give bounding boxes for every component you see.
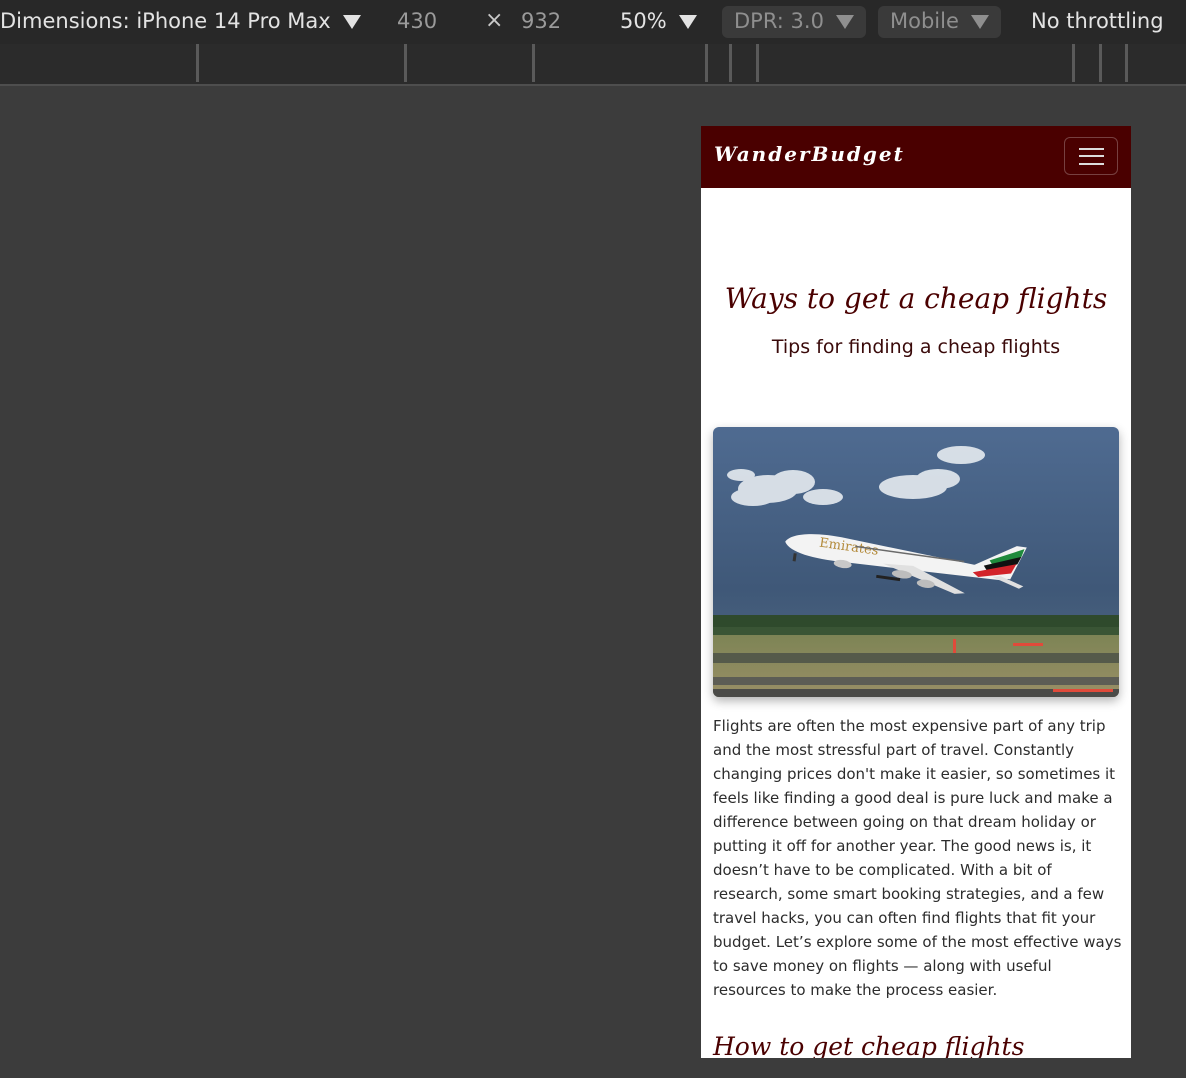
chevron-down-icon <box>835 15 854 29</box>
media-query-marker[interactable] <box>705 44 708 82</box>
media-query-bar[interactable] <box>0 44 1186 86</box>
dpr-label: DPR: 3.0 <box>734 9 824 33</box>
airplane-photo: Emirates <box>713 427 1119 697</box>
hamburger-line <box>1079 155 1104 157</box>
media-query-marker[interactable] <box>1072 44 1075 82</box>
device-mode-dropdown[interactable]: Mobile <box>878 6 1001 38</box>
page-title: Ways to get a cheap flights <box>724 282 1108 315</box>
times-icon: × <box>485 8 504 33</box>
throttling-dropdown[interactable]: No throttling <box>1031 6 1164 38</box>
hamburger-line <box>1079 163 1104 165</box>
device-mode-label: Mobile <box>890 9 959 33</box>
device-toolbar: Dimensions: iPhone 14 Pro Max 430 × 932 … <box>0 0 1186 44</box>
media-query-marker[interactable] <box>1125 44 1128 82</box>
site-navbar: WanderBudget <box>701 126 1131 188</box>
media-query-marker[interactable] <box>729 44 732 82</box>
device-dimensions-dropdown[interactable]: Dimensions: iPhone 14 Pro Max <box>0 6 361 38</box>
dpr-dropdown[interactable]: DPR: 3.0 <box>722 6 866 38</box>
throttling-label: No throttling <box>1031 9 1164 33</box>
device-dimensions-label: Dimensions: iPhone 14 Pro Max <box>0 9 331 33</box>
zoom-label: 50% <box>620 9 667 33</box>
page-subtitle: Tips for finding a cheap flights <box>771 336 1061 358</box>
height-input[interactable]: 932 <box>521 6 561 38</box>
intro-paragraph: Flights are often the most expensive par… <box>713 717 1122 999</box>
chevron-down-icon <box>970 15 989 29</box>
site-brand-link[interactable]: WanderBudget <box>714 142 905 166</box>
media-query-marker[interactable] <box>196 44 199 82</box>
media-query-marker[interactable] <box>756 44 759 82</box>
chevron-down-icon <box>678 15 697 29</box>
airplane-photo-icon: Emirates <box>713 427 1119 697</box>
hamburger-line <box>1079 148 1104 150</box>
media-query-marker[interactable] <box>1099 44 1102 82</box>
chevron-down-icon <box>342 15 361 29</box>
device-viewport[interactable]: WanderBudget Ways to get a cheap flights… <box>701 126 1131 1058</box>
zoom-dropdown[interactable]: 50% <box>620 6 697 38</box>
media-query-marker[interactable] <box>532 44 535 82</box>
section-heading: How to get cheap flights <box>713 1032 1025 1058</box>
media-query-marker[interactable] <box>404 44 407 82</box>
menu-toggle-button[interactable] <box>1064 137 1118 175</box>
width-input[interactable]: 430 <box>397 6 437 38</box>
